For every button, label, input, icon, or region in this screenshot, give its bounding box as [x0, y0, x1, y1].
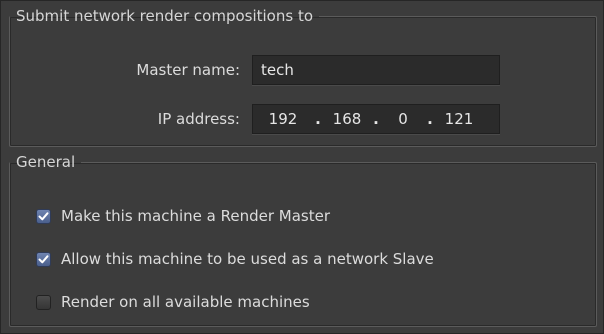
option-render-master[interactable]: Make this machine a Render Master	[36, 207, 330, 225]
ip-address-label: IP address:	[157, 110, 240, 128]
ip-address-field[interactable]: 192 . 168 . 0 . 121	[252, 104, 500, 134]
ip-separator: .	[373, 110, 379, 128]
option-render-master-label: Make this machine a Render Master	[61, 207, 331, 225]
ip-octet-1[interactable]: 192	[253, 110, 313, 128]
option-network-slave[interactable]: Allow this machine to be used as a netwo…	[36, 250, 434, 268]
master-name-field[interactable]: tech	[252, 55, 500, 85]
ip-separator: .	[315, 110, 321, 128]
ip-separator: .	[427, 110, 433, 128]
general-group-title: General	[16, 153, 76, 171]
ip-octet-2[interactable]: 168	[323, 110, 371, 128]
ip-octet-3[interactable]: 0	[381, 110, 425, 128]
master-name-label: Master name:	[136, 61, 240, 79]
option-all-machines[interactable]: Render on all available machines	[36, 293, 310, 311]
submit-compositions-group: Submit network render compositions to Ma…	[9, 7, 597, 147]
option-network-slave-label: Allow this machine to be used as a netwo…	[61, 250, 434, 268]
checkbox-all-machines[interactable]	[36, 294, 51, 310]
submit-group-title: Submit network render compositions to	[16, 7, 314, 25]
checkbox-render-master[interactable]	[36, 208, 51, 224]
option-all-machines-label: Render on all available machines	[61, 293, 310, 311]
network-render-preferences-panel: Submit network render compositions to Ma…	[0, 0, 604, 334]
checkbox-network-slave[interactable]	[36, 251, 51, 267]
ip-octet-4[interactable]: 121	[435, 110, 483, 128]
general-group: General Make this machine a Render Maste…	[9, 153, 597, 327]
